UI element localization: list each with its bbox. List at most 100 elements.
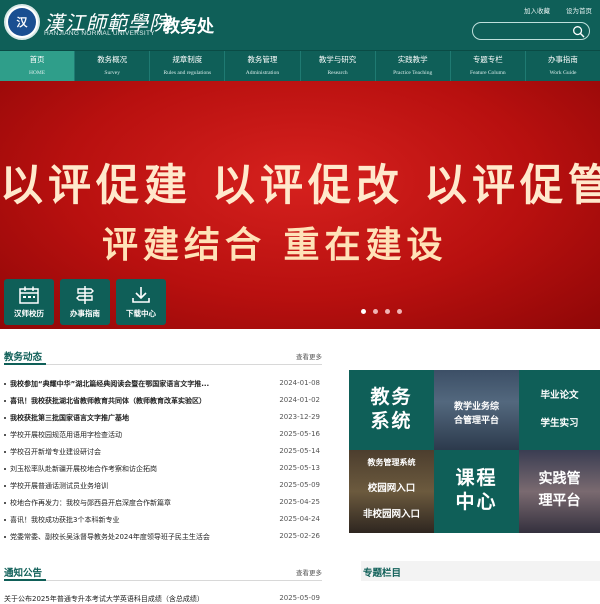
section-underline (4, 363, 46, 365)
search-input[interactable] (479, 25, 569, 37)
slide-dot[interactable] (397, 309, 402, 314)
nav-label: 规章制度 (172, 55, 203, 64)
nav-label-en: Research (327, 70, 348, 76)
news-item[interactable]: 学校召开新增专业建设研讨会 2025-05-14 (4, 444, 322, 461)
notice-more-link[interactable]: 查看更多 (296, 567, 322, 577)
slide-dot[interactable] (385, 309, 390, 314)
nav-label: 办事指南 (547, 55, 578, 64)
quick-link-calendar[interactable]: 汉师校历 (4, 279, 54, 325)
news-item[interactable]: 我校参加“典耀中华”湖北篇经典阅读会暨在鄂国家语言文字推... 2024-01-0… (4, 376, 322, 393)
news-date: 2025-05-13 (279, 464, 320, 472)
nav-label-en: HOME (28, 70, 46, 76)
nav-label-en: Feature Column (470, 70, 506, 76)
news-date: 2025-05-09 (279, 481, 320, 489)
school-logo-icon[interactable]: 汉 (4, 4, 40, 40)
news-item[interactable]: 学校开展普通话测试员业务培训 2025-05-09 (4, 478, 322, 495)
feature-section-title: 专题栏目 (363, 568, 402, 579)
tile-label: 理平台 (538, 493, 581, 509)
news-title[interactable]: 刘玉松率队赴新疆开展校地合作考察和访企拓岗 (10, 464, 250, 474)
main-nav: 首页 HOME 教务概况 Survey 规章制度 Rules and regul… (0, 50, 600, 81)
bullet-icon (4, 451, 6, 453)
bullet-icon (4, 502, 6, 504)
news-title[interactable]: 我校参加“典耀中华”湖北篇经典阅读会暨在鄂国家语言文字推... (10, 379, 250, 389)
set-homepage-link[interactable]: 设为首页 (566, 5, 592, 15)
tile-label: 系统 (370, 410, 413, 432)
nav-label-en: Work Guide (549, 70, 577, 76)
tile-academic-system[interactable]: 教务 系统 (349, 370, 434, 450)
quick-link-label: 办事指南 (70, 309, 100, 318)
news-title[interactable]: 党委常委、副校长吴泳督导教务处2024年度领导班子民主生活会 (10, 532, 250, 542)
top-links: 加入收藏 设为首页 (524, 5, 592, 15)
news-title[interactable]: 学校开展校园规范用语用字检查活动 (10, 430, 250, 440)
news-item[interactable]: 喜讯！我校成功获批3个本科新专业 2025-04-24 (4, 512, 322, 529)
tile-link-thesis[interactable]: 毕业论文 (519, 382, 600, 410)
tile-label: 课程 (455, 467, 498, 489)
nav-label-en: Rules and regulations (163, 70, 212, 76)
news-title[interactable]: 学校召开新增专业建设研讨会 (10, 447, 250, 457)
nav-item-administration[interactable]: 教务管理 Administration (225, 51, 301, 81)
download-icon (132, 287, 150, 303)
notice-list: 关于公布2025年普通专升本考试大学英语科目成绩（含总成绩） 2025-05-0… (4, 594, 322, 604)
notice-title[interactable]: 关于公布2025年普通专升本考试大学英语科目成绩（含总成绩） (4, 595, 204, 603)
tile-thesis-internship: 毕业论文 学生实习 (519, 370, 600, 450)
signpost-icon (76, 286, 94, 304)
news-item[interactable]: 喜讯！我校获批湖北省教师教育共同体（教师教育改革实验区） 2024-01-02 (4, 393, 322, 410)
nav-item-home[interactable]: 首页 HOME (0, 51, 76, 81)
tile-course-center[interactable]: 课程 中心 (434, 450, 519, 533)
news-date: 2025-02-26 (279, 532, 320, 540)
off-campus-entry-link[interactable]: 非校园网入口 (349, 502, 434, 528)
news-date: 2025-05-16 (279, 430, 320, 438)
nav-item-guide[interactable]: 办事指南 Work Guide (526, 51, 600, 81)
nav-item-survey[interactable]: 教务概况 Survey (75, 51, 151, 81)
notice-section-header: 通知公告 查看更多 (4, 561, 322, 581)
logo-emblem-text: 汉 (8, 8, 36, 36)
news-item[interactable]: 刘玉松率队赴新疆开展校地合作考察和访企拓岗 2025-05-13 (4, 461, 322, 478)
news-date: 2023-12-29 (279, 413, 320, 421)
news-title[interactable]: 喜讯！我校获批湖北省教师教育共同体（教师教育改革实验区） (10, 396, 250, 406)
site-header: 汉 漢江師範學院 HANJIANG NORMAL UNIVERSITY 教务处 … (0, 0, 600, 50)
tile-label: 中心 (455, 491, 498, 513)
news-title[interactable]: 喜讯！我校成功获批3个本科新专业 (10, 515, 250, 525)
news-title[interactable]: 校地合作再发力：我校与郧西县开启深度合作新篇章 (10, 498, 250, 508)
tile-practice-platform[interactable]: 实践管 理平台 (519, 450, 600, 533)
news-title[interactable]: 我校获批第三批国家语言文字推广基地 (10, 413, 250, 423)
news-item[interactable]: 学校开展校园规范用语用字检查活动 2025-05-16 (4, 427, 322, 444)
feature-section-header: 专题栏目 (361, 561, 600, 581)
tile-link-internship[interactable]: 学生实习 (519, 410, 600, 438)
slide-indicator (361, 309, 402, 314)
nav-label: 专题专栏 (472, 55, 503, 64)
nav-item-feature[interactable]: 专题专栏 Feature Column (451, 51, 526, 81)
nav-label: 教务管理 (247, 55, 278, 64)
calendar-icon (19, 286, 39, 304)
news-title[interactable]: 学校开展普通话测试员业务培训 (10, 481, 250, 491)
hero-banner[interactable]: 以评促建 以评促改 以评促管 评建结合 重在建设 汉师校历 办事指南 下载中心 (0, 81, 600, 329)
quick-link-download[interactable]: 下载中心 (116, 279, 166, 325)
nav-item-research[interactable]: 教学与研究 Research (301, 51, 376, 81)
bullet-icon (4, 519, 6, 521)
quick-access-tiles: 教务 系统 教学业务综 合管理平台 毕业论文 学生实习 教务管理系统 校园网入口… (349, 370, 600, 533)
search-icon[interactable] (572, 25, 585, 38)
news-more-link[interactable]: 查看更多 (296, 351, 322, 361)
add-favorite-link[interactable]: 加入收藏 (524, 5, 550, 15)
slide-dot[interactable] (361, 309, 366, 314)
quick-link-label: 汉师校历 (14, 309, 44, 318)
news-item[interactable]: 我校获批第三批国家语言文字推广基地 2023-12-29 (4, 410, 322, 427)
nav-item-rules[interactable]: 规章制度 Rules and regulations (150, 51, 226, 81)
news-section-header: 教务动态 查看更多 (4, 345, 322, 365)
slide-dot[interactable] (373, 309, 378, 314)
bullet-icon (4, 417, 6, 419)
news-date: 2025-05-14 (279, 447, 320, 455)
news-section-title: 教务动态 (4, 352, 43, 363)
news-date: 2025-04-24 (279, 515, 320, 523)
quick-link-guide[interactable]: 办事指南 (60, 279, 110, 325)
banner-slogan-1: 以评促建 以评促改 以评促管 (0, 161, 600, 211)
news-item[interactable]: 校地合作再发力：我校与郧西县开启深度合作新篇章 2025-04-25 (4, 495, 322, 512)
campus-entry-link[interactable]: 校园网入口 (349, 476, 434, 502)
nav-label: 教学与研究 (318, 55, 357, 64)
quick-link-label: 下载中心 (126, 309, 156, 318)
tile-teaching-platform[interactable]: 教学业务综 合管理平台 (434, 370, 519, 450)
nav-label: 教务概况 (97, 55, 128, 64)
news-item[interactable]: 党委常委、副校长吴泳督导教务处2024年度领导班子民主生活会 2025-02-26 (4, 529, 322, 546)
nav-label: 首页 (29, 55, 45, 64)
nav-item-practice[interactable]: 实践教学 Practice Teaching (376, 51, 451, 81)
